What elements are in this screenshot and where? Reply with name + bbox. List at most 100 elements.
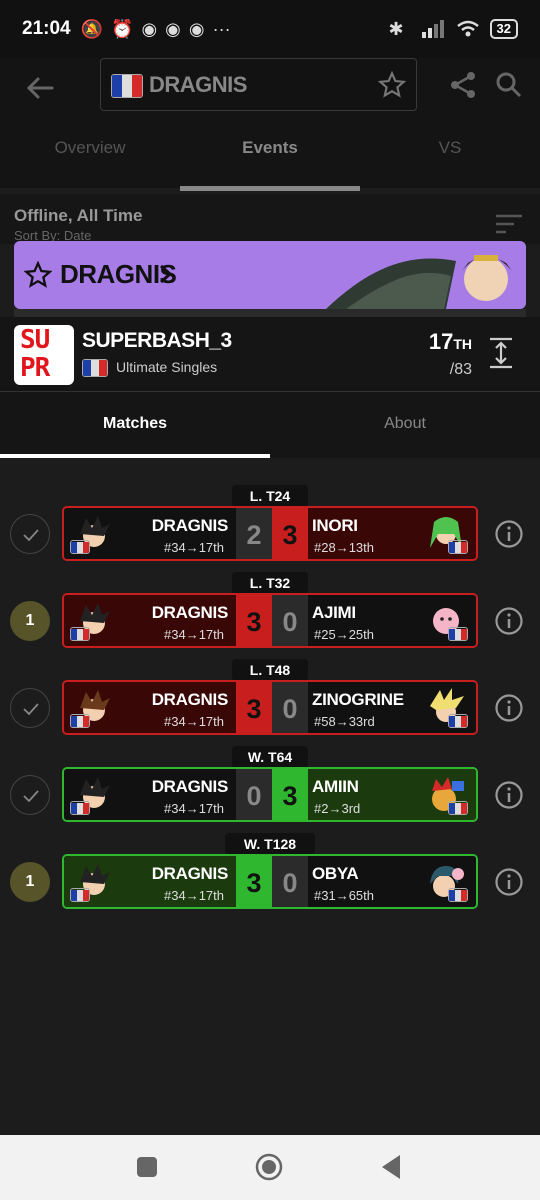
info-icon[interactable] <box>494 693 524 723</box>
player2-seed: #28→13th <box>314 540 374 555</box>
match-card[interactable]: 3 0 DRAGNIS #34→17th AJIMI #25→25th <box>62 593 478 648</box>
match-card[interactable]: 3 0 DRAGNIS #34→17th ZINOGRINE #58→33rd <box>62 680 478 735</box>
player1-score: 0 <box>236 769 272 820</box>
mute-icon: 🔕 <box>80 18 104 39</box>
discord-icon: ◉ <box>165 18 181 39</box>
tab-vs[interactable]: VS <box>360 138 540 178</box>
round-label: W. T128 <box>225 833 315 855</box>
recents-button-icon[interactable] <box>136 1156 158 1178</box>
match-list: L. T24 2 3 DRAGNIS #34→17th INORI #28→13… <box>0 460 540 1135</box>
player-search-box[interactable]: DRAGNIS <box>100 58 417 111</box>
player1-score: 3 <box>236 682 272 733</box>
signal-icon <box>421 20 444 38</box>
player-name: DRAGNIS <box>149 72 247 97</box>
check-icon <box>23 529 39 542</box>
tab-matches[interactable]: Matches <box>0 392 270 458</box>
expand-icon[interactable] <box>488 337 514 369</box>
bluetooth-icon: ✱ <box>388 18 404 39</box>
player2-name: INORI <box>312 516 358 535</box>
player1-seed: #34→17th <box>164 540 224 555</box>
player1-name: DRAGNIS <box>151 516 229 535</box>
event-game: Ultimate Singles <box>82 359 217 378</box>
share-icon[interactable] <box>448 70 478 100</box>
system-nav-bar <box>0 1135 540 1200</box>
back-button-icon[interactable] <box>380 1154 402 1180</box>
player1-name: DRAGNIS <box>151 864 229 883</box>
france-flag-icon <box>70 540 90 554</box>
player2-score: 0 <box>272 595 308 646</box>
discord-icon: ◉ <box>188 18 205 39</box>
character-art-icon <box>326 255 512 309</box>
alarm-icon: ⏰ <box>111 18 134 39</box>
france-flag-icon <box>448 540 468 554</box>
match-card[interactable]: 2 3 DRAGNIS #34→17th INORI #28→13th <box>62 506 478 561</box>
player2-name: ZINOGRINE <box>312 690 404 709</box>
france-flag-icon <box>111 74 143 98</box>
back-arrow-icon[interactable] <box>22 70 58 106</box>
france-flag-icon <box>448 714 468 728</box>
match-card[interactable]: 3 0 DRAGNIS #34→17th OBYA #31→65th <box>62 854 478 909</box>
reported-check-badge[interactable] <box>10 514 50 554</box>
entrant-total: /83 <box>449 361 472 378</box>
sort-icon[interactable] <box>496 214 522 234</box>
reported-check-badge[interactable] <box>10 775 50 815</box>
profile-tabs: Overview Events VS <box>0 138 540 178</box>
france-flag-icon <box>70 801 90 815</box>
search-icon[interactable] <box>496 72 522 98</box>
player1-seed: #34→17th <box>164 801 224 816</box>
status-bar: 21:04 🔕 ⏰ ◉ ◉ ◉ ··· ✱ 32 <box>0 0 540 58</box>
round-label: L. T24 <box>232 485 308 507</box>
event-title: SUPERBASH_3 <box>82 329 232 352</box>
match-card[interactable]: 0 3 DRAGNIS #34→17th AMIIN #2→3rd <box>62 767 478 822</box>
player2-score: 3 <box>272 769 308 820</box>
round-label: L. T32 <box>232 572 308 594</box>
event-tabs: Matches About <box>0 392 540 458</box>
player2-score: 0 <box>272 856 308 907</box>
info-icon[interactable] <box>494 606 524 636</box>
unreported-count-badge[interactable]: 1 <box>10 601 50 641</box>
unreported-count-badge[interactable]: 1 <box>10 862 50 902</box>
reported-check-badge[interactable] <box>10 688 50 728</box>
player2-score: 0 <box>272 682 308 733</box>
filter-title: Offline, All Time <box>14 206 143 225</box>
info-icon[interactable] <box>494 780 524 810</box>
player2-seed: #58→33rd <box>314 714 375 729</box>
active-tab-indicator <box>180 186 360 191</box>
placement: 17TH <box>428 329 472 354</box>
info-icon[interactable] <box>494 519 524 549</box>
battery-icon: 32 <box>489 19 518 39</box>
match-row: W. T64 0 3 DRAGNIS #34→17th AMIIN #2→3rd <box>0 734 540 822</box>
check-icon <box>23 703 39 716</box>
star-icon[interactable] <box>24 261 52 289</box>
france-flag-icon <box>82 359 108 378</box>
player2-score: 3 <box>272 508 308 559</box>
status-time: 21:04 <box>22 18 71 39</box>
match-row: W. T128 1 3 0 DRAGNIS #34→17th OBYA #31→… <box>0 821 540 909</box>
more-notifications-icon: ··· <box>212 18 231 39</box>
player1-name: DRAGNIS <box>151 603 229 622</box>
player1-seed: #34→17th <box>164 627 224 642</box>
event-logo: SU PR <box>14 325 74 385</box>
filter-bar: Offline, All Time Sort By: Date <box>0 194 540 244</box>
tab-events[interactable]: Events <box>180 138 360 178</box>
wifi-icon <box>456 20 479 37</box>
match-row: L. T48 3 0 DRAGNIS #34→17th ZINOGRINE #5… <box>0 647 540 735</box>
match-row: L. T24 2 3 DRAGNIS #34→17th INORI #28→13… <box>0 473 540 561</box>
active-tab-indicator <box>0 454 270 458</box>
player2-seed: #25→25th <box>314 627 374 642</box>
round-label: L. T48 <box>232 659 308 681</box>
tab-about[interactable]: About <box>270 392 540 458</box>
player2-seed: #31→65th <box>314 888 374 903</box>
france-flag-icon <box>448 627 468 641</box>
player1-name: DRAGNIS <box>151 777 229 796</box>
player1-score: 2 <box>236 508 272 559</box>
info-icon[interactable] <box>494 867 524 897</box>
home-button-icon[interactable] <box>255 1153 283 1181</box>
player2-seed: #2→3rd <box>314 801 361 816</box>
check-icon <box>23 790 39 803</box>
tab-overview[interactable]: Overview <box>0 138 180 178</box>
player-banner[interactable]: DRAGNIS <box>14 241 526 309</box>
player1-seed: #34→17th <box>164 714 224 729</box>
france-flag-icon <box>70 627 90 641</box>
favorite-star-icon[interactable] <box>378 71 406 99</box>
